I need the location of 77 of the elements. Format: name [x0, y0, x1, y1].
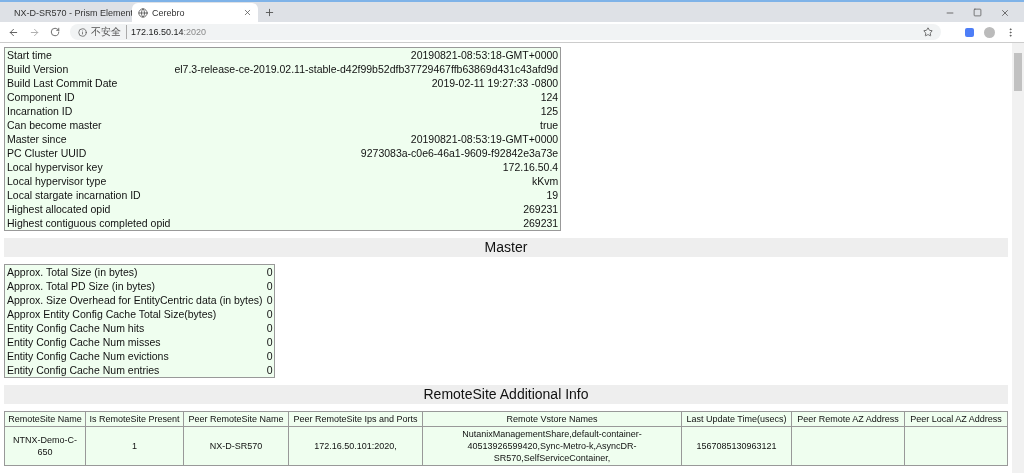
- row-value: 269231: [172, 216, 561, 231]
- url-port: :2020: [183, 27, 207, 37]
- row-value: 9273083a-c0e6-46a1-9609-f92842e3a73e: [172, 146, 561, 160]
- row-value: 2019-02-11 19:27:33 -0800: [172, 76, 561, 90]
- table-cell: 172.16.50.101:2020,: [288, 426, 423, 466]
- row-label: Approx. Total PD Size (in bytes): [4, 279, 265, 293]
- section-heading: RemoteSite Additional Info: [4, 385, 1008, 404]
- section-heading: Master: [4, 238, 1008, 257]
- row-label: Incarnation ID: [4, 104, 173, 118]
- row-label: Approx Entity Config Cache Total Size(bytes): [4, 307, 265, 321]
- url-host: 172.16.50.14: [131, 27, 184, 37]
- row-value: 0: [265, 349, 274, 363]
- table-cell: 1: [85, 426, 184, 466]
- row-value: 20190821-08:53:19-GMT+0000: [172, 132, 561, 146]
- browser-tab[interactable]: Cerebro: [132, 3, 258, 22]
- row-label: Highest allocated opid: [4, 202, 173, 216]
- column-header: Peer Local AZ Address: [904, 411, 1008, 427]
- row-value: 0: [265, 335, 274, 349]
- scrollbar[interactable]: [1012, 43, 1024, 473]
- info-icon: [78, 27, 87, 37]
- row-value: 0: [265, 279, 274, 293]
- reload-icon[interactable]: [50, 27, 60, 37]
- avatar-icon[interactable]: [984, 26, 995, 38]
- row-label: Local hypervisor key: [4, 160, 173, 174]
- row-value: 269231: [172, 202, 561, 216]
- row-value: 20190821-08:53:18-GMT+0000: [172, 47, 561, 62]
- globe-icon: [138, 7, 148, 18]
- row-label: Highest contiguous completed opid: [4, 216, 173, 231]
- row-value: 0: [265, 363, 274, 378]
- close-icon[interactable]: [1000, 7, 1010, 18]
- row-label: Entity Config Cache Num entries: [4, 363, 265, 378]
- row-label: Approx. Total Size (in bytes): [4, 264, 265, 279]
- row-value: 172.16.50.4: [172, 160, 561, 174]
- row-label: Can become master: [4, 118, 173, 132]
- column-header: Peer RemoteSite Ips and Ports: [288, 411, 423, 427]
- row-value: 19: [172, 188, 561, 202]
- security-label: 不安全: [91, 25, 127, 39]
- row-value: 0: [265, 293, 274, 307]
- table-cell: NX-D-SR570: [183, 426, 289, 466]
- tab-title: NX-D-SR570 - Prism Element: [14, 7, 134, 18]
- row-value: 0: [265, 307, 274, 321]
- close-icon[interactable]: [243, 8, 252, 17]
- column-header: Last Update Time(usecs): [681, 411, 792, 427]
- column-header: Peer RemoteSite Name: [183, 411, 289, 427]
- row-value: true: [172, 118, 561, 132]
- column-header: Remote Vstore Names: [422, 411, 682, 427]
- row-label: PC Cluster UUID: [4, 146, 173, 160]
- row-label: Local hypervisor type: [4, 174, 173, 188]
- row-value: 0: [265, 265, 274, 279]
- column-header: Peer Remote AZ Address: [791, 411, 905, 427]
- extension-icon[interactable]: [965, 27, 974, 37]
- forward-icon[interactable]: [29, 26, 40, 38]
- row-label: Component ID: [4, 90, 173, 104]
- table-cell: NTNX-Demo-C-650: [4, 426, 86, 466]
- maximize-icon[interactable]: [973, 8, 982, 17]
- row-value: 0: [265, 321, 274, 335]
- row-label: Entity Config Cache Num evictions: [4, 349, 265, 363]
- row-label: Entity Config Cache Num hits: [4, 321, 265, 335]
- row-value: 125: [172, 104, 561, 118]
- row-value: el7.3-release-ce-2019.02.11-stable-d42f99b52dfb37729467ffb63869d431c43afd9d: [172, 62, 561, 76]
- star-icon[interactable]: [923, 27, 933, 37]
- back-icon[interactable]: [8, 26, 19, 38]
- row-label: Build Version: [4, 62, 173, 76]
- row-label: Approx. Size Overhead for EntityCentric data (in bytes): [4, 293, 265, 307]
- row-value: 124: [172, 90, 561, 104]
- row-value: kKvm: [172, 174, 561, 188]
- column-header: Is RemoteSite Present: [85, 411, 184, 427]
- row-label: Start time: [4, 47, 173, 62]
- tab-title: Cerebro: [152, 7, 186, 18]
- table-cell: NutanixManagementShare,default-container-40513926599420,Sync-Metro-k,AsyncDR-SR570,SelfServiceContainer,: [422, 426, 682, 466]
- row-label: Master since: [4, 132, 173, 146]
- table-cell: 1567085130963121: [681, 426, 792, 466]
- row-label: Entity Config Cache Num misses: [4, 335, 265, 349]
- row-label: Build Last Commit Date: [4, 76, 173, 90]
- address-bar[interactable]: 不安全 172.16.50.14:2020: [70, 24, 941, 40]
- row-label: Local stargate incarnation ID: [4, 188, 173, 202]
- column-header: RemoteSite Name: [4, 411, 86, 427]
